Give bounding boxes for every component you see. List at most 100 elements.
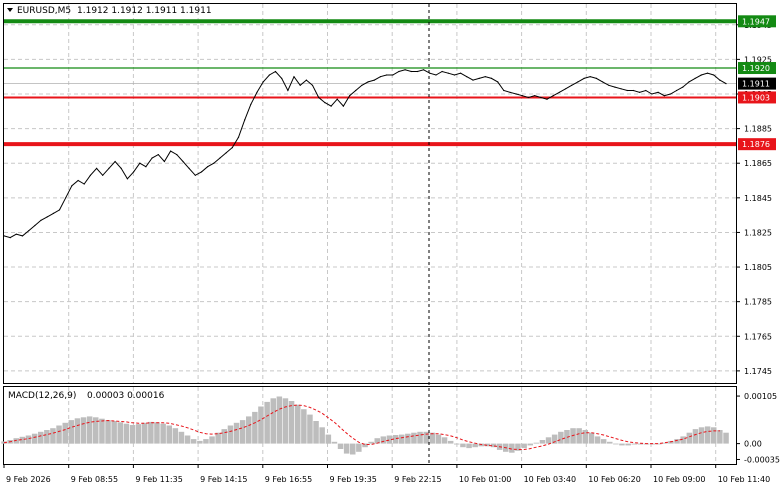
price-point	[244, 119, 246, 121]
price-point	[589, 76, 591, 78]
macd-histogram-bar	[142, 422, 148, 444]
macd-histogram-bar	[50, 428, 56, 444]
price-point	[281, 77, 283, 79]
macd-histogram-bar	[711, 427, 717, 444]
price-point	[540, 96, 542, 99]
chart-header: EURUSD,M5 1.1912 1.1912 1.1911 1.1911	[7, 6, 212, 16]
macd-histogram-bar	[619, 443, 625, 446]
macd-axis-tick-label: -0.00035	[744, 455, 780, 464]
macd-histogram-bar	[545, 437, 552, 444]
macd-histogram-bar	[429, 432, 436, 444]
price-point	[725, 83, 727, 85]
price-point	[466, 76, 468, 78]
time-axis-tick-label: 10 Feb 11:40	[718, 475, 770, 484]
price-point	[274, 70, 277, 73]
price-point	[287, 89, 289, 92]
price-point	[682, 86, 684, 88]
price-point	[77, 179, 79, 182]
macd-histogram-bar	[558, 431, 564, 444]
price-point	[83, 183, 85, 185]
price-point	[305, 79, 307, 81]
price-point	[416, 70, 419, 73]
macd-histogram-bar	[154, 422, 160, 444]
time-axis-tick-label: 9 Feb 16:55	[265, 475, 312, 484]
price-point	[490, 77, 493, 79]
macd-histogram-bar	[301, 409, 307, 444]
price-point	[497, 81, 499, 83]
macd-histogram-bar	[607, 441, 613, 444]
trading-chart-window[interactable]: 1.19451.19251.19051.18851.18651.18451.18…	[0, 0, 781, 489]
chart-canvas[interactable]: 1.19451.19251.19051.18851.18651.18451.18…	[0, 0, 781, 489]
time-axis-tick-label: 9 Feb 2026	[6, 475, 51, 484]
time-axis-tick-label: 9 Feb 22:15	[394, 475, 441, 484]
macd-histogram-bar	[68, 420, 75, 444]
macd-histogram-bar	[209, 436, 215, 444]
price-level-tag-label: 1.1876	[742, 140, 770, 149]
price-point	[40, 219, 42, 221]
macd-histogram-bar	[227, 425, 234, 444]
price-point	[373, 79, 375, 81]
price-point	[324, 102, 326, 104]
macd-histogram-bar	[264, 401, 270, 444]
price-point	[460, 72, 462, 74]
price-point	[453, 74, 456, 76]
price-point	[250, 103, 252, 105]
macd-histogram-bar	[521, 443, 527, 449]
chart-background	[0, 0, 781, 489]
price-point	[534, 95, 536, 97]
macd-histogram-bar	[105, 420, 111, 444]
macd-histogram-bar	[411, 432, 417, 444]
price-point	[639, 91, 641, 93]
macd-histogram-bar	[178, 431, 185, 444]
time-axis-tick-label: 9 Feb 11:35	[135, 475, 182, 484]
price-point	[441, 70, 443, 73]
macd-histogram-bar	[38, 431, 44, 444]
price-point	[614, 86, 616, 88]
macd-histogram-bar	[307, 414, 313, 444]
price-point	[96, 167, 98, 169]
price-point	[404, 69, 406, 71]
price-point	[15, 233, 17, 235]
price-point	[602, 81, 604, 83]
macd-histogram-bar	[435, 434, 442, 444]
price-point	[262, 81, 264, 83]
price-point	[552, 95, 554, 97]
price-point	[28, 230, 30, 232]
macd-values-label: 0.00003 0.00016	[87, 391, 165, 401]
macd-histogram-bar	[44, 430, 50, 444]
macd-histogram-bar	[625, 443, 631, 446]
price-point	[157, 154, 159, 156]
price-point	[311, 84, 314, 86]
macd-histogram-bar	[295, 404, 301, 444]
price-point	[700, 74, 702, 76]
symbol-timeframe-label: EURUSD,M5	[17, 6, 71, 16]
macd-indicator-label: MACD(12,26,9)	[8, 391, 76, 401]
price-point	[410, 70, 412, 73]
macd-histogram-bar	[197, 440, 203, 444]
macd-histogram-bar	[582, 430, 588, 444]
macd-histogram-bar	[350, 443, 356, 455]
price-point	[719, 79, 721, 81]
macd-histogram-bar	[533, 442, 540, 444]
price-level-tag-label: 1.1903	[742, 93, 770, 102]
macd-histogram-bar	[288, 401, 295, 444]
macd-header: MACD(12,26,9) 0.00003 0.00016	[8, 391, 165, 401]
price-point	[509, 91, 511, 93]
price-point	[330, 105, 332, 107]
price-point	[577, 81, 579, 83]
macd-histogram-bar	[252, 411, 258, 444]
macd-histogram-bar	[686, 432, 693, 444]
price-point	[219, 157, 221, 159]
macd-histogram-bar	[215, 432, 221, 444]
price-point	[676, 89, 678, 92]
price-point	[336, 98, 338, 100]
macd-histogram-bar	[588, 432, 595, 444]
macd-histogram-bar	[331, 441, 338, 444]
price-point	[694, 77, 696, 79]
price-point	[299, 84, 301, 86]
price-point	[503, 89, 505, 92]
price-point	[355, 89, 357, 92]
macd-histogram-bar	[313, 421, 319, 444]
price-point	[207, 166, 209, 168]
price-point	[478, 77, 480, 79]
